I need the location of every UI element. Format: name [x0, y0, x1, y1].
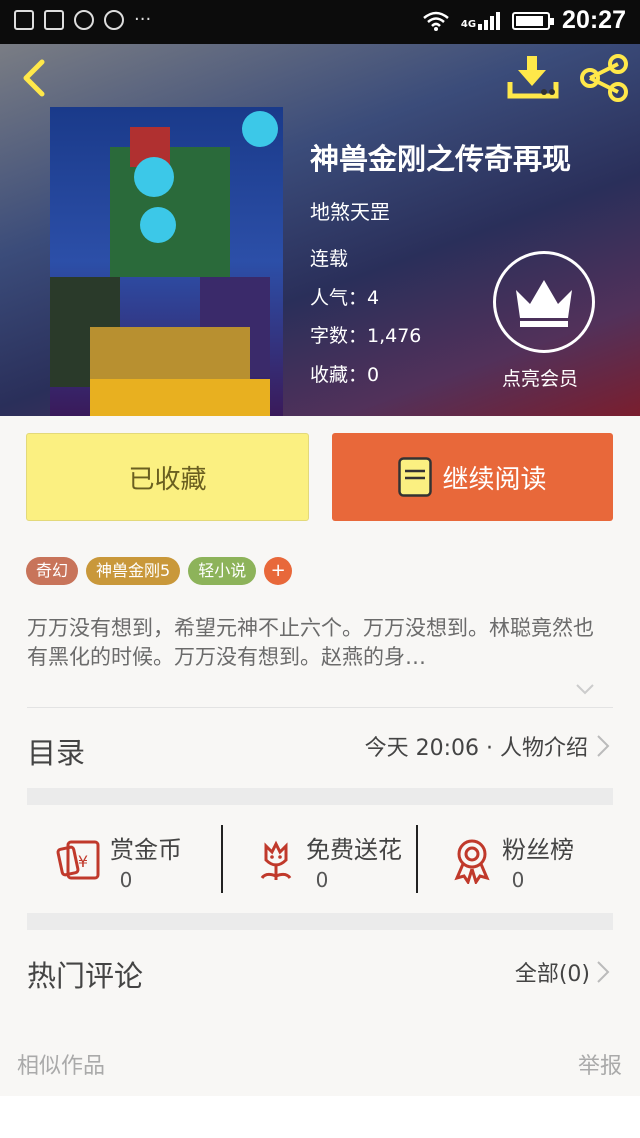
- book-header: 神兽金刚之传奇再现 地煞天罡 连载 人气：4 字数：1,476 收藏：0 点亮会…: [0, 44, 640, 416]
- free-flowers-value: 0: [315, 868, 329, 892]
- tag-light-novel[interactable]: 轻小说: [188, 557, 257, 585]
- book-description[interactable]: 万万没有想到，希望元神不止六个。万万没想到。林聪竟然也有黑化的时候。万万没有想到…: [27, 614, 602, 672]
- tag-list: 奇幻 神兽金刚5 轻小说 +: [26, 557, 293, 585]
- book-word-count: 字数：1,476: [310, 325, 422, 347]
- book-cover-image[interactable]: [50, 107, 283, 416]
- book-favorites-count: 收藏：0: [310, 364, 380, 386]
- section-separator: [27, 913, 613, 930]
- vip-label[interactable]: 点亮会员: [502, 364, 578, 391]
- download-icon[interactable]: [506, 54, 560, 100]
- divider: [27, 707, 613, 708]
- app-icon: [44, 10, 64, 30]
- hot-comments-title: 热门评论: [27, 959, 144, 993]
- reward-coins-label: 赏金币: [110, 836, 182, 864]
- reward-coins-item[interactable]: ¥ 赏金币 0: [26, 826, 222, 896]
- fan-ranking-label: 粉丝榜: [502, 836, 574, 864]
- tag-fantasy[interactable]: 奇幻: [26, 557, 79, 585]
- cell-signal-icon: 4G: [460, 11, 501, 30]
- book-status: 连载: [310, 248, 349, 270]
- all-comments-label: 全部(0): [514, 962, 590, 987]
- toc-title[interactable]: 目录: [27, 730, 85, 772]
- toc-latest-chapter[interactable]: 今天 20:06 · 人物介绍: [365, 730, 610, 762]
- crown-icon: [516, 280, 572, 327]
- all-comments-link[interactable]: 全部(0): [515, 956, 610, 988]
- tag-series[interactable]: 神兽金刚5: [86, 557, 181, 585]
- back-icon[interactable]: [16, 58, 56, 98]
- share-icon[interactable]: [578, 54, 630, 102]
- similar-works-heading: 相似作品: [17, 1054, 106, 1079]
- chevron-right-icon: [597, 735, 610, 757]
- continue-reading-button[interactable]: 继续阅读: [332, 433, 613, 521]
- notification-icons: ···: [14, 10, 151, 30]
- book-icon: [398, 457, 433, 497]
- status-bar: ··· 4G 20:27: [0, 0, 640, 44]
- chevron-right-icon: [597, 961, 610, 983]
- favorited-button[interactable]: 已收藏: [26, 433, 309, 521]
- more-notifications-icon: ···: [134, 9, 152, 30]
- book-popularity: 人气：4: [310, 287, 380, 309]
- book-author[interactable]: 地煞天罡: [310, 196, 390, 225]
- reward-coins-value: 0: [119, 868, 133, 892]
- settings-icon: [104, 10, 124, 30]
- add-tag-button[interactable]: +: [264, 557, 293, 585]
- toc-latest-label: 今天 20:06 · 人物介绍: [364, 736, 588, 761]
- qq-icon: [74, 10, 94, 30]
- free-flowers-item[interactable]: 免费送花 0: [222, 826, 418, 896]
- battery-icon: [512, 11, 555, 30]
- fan-ranking-value: 0: [511, 868, 525, 892]
- report-link[interactable]: 举报: [578, 1048, 622, 1080]
- continue-reading-label: 继续阅读: [442, 464, 547, 495]
- fan-ranking-item[interactable]: 粉丝榜 0: [418, 826, 614, 896]
- chevron-down-icon[interactable]: [574, 678, 596, 700]
- free-flowers-label: 免费送花: [306, 836, 402, 864]
- wifi-icon: [423, 11, 449, 31]
- gallery-icon: [14, 10, 34, 30]
- similar-works-list: [0, 1096, 640, 1138]
- section-separator: [27, 788, 613, 805]
- vip-button[interactable]: [493, 251, 595, 353]
- clock: 20:27: [562, 6, 626, 34]
- book-title: 神兽金刚之传奇再现: [310, 142, 572, 176]
- network-type: 4G: [460, 18, 477, 30]
- favorited-label: 已收藏: [128, 464, 207, 495]
